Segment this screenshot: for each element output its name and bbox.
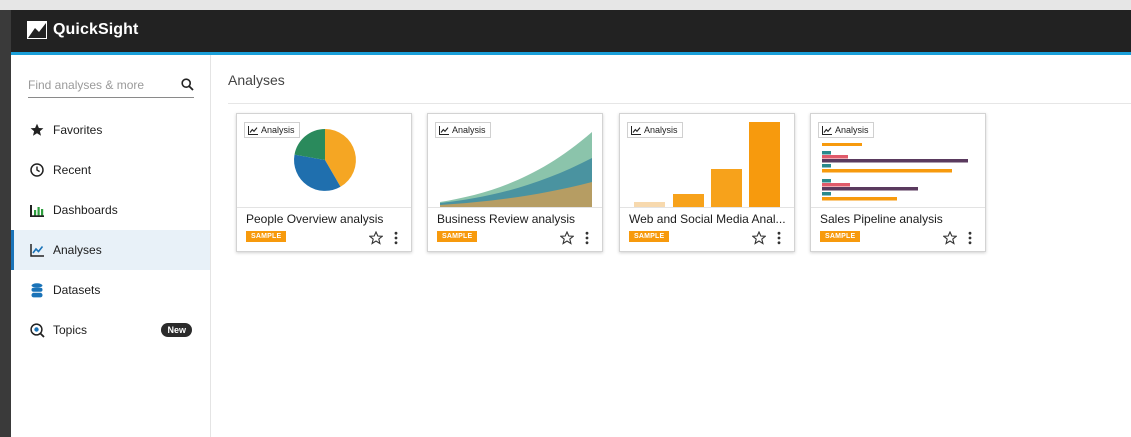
sidebar-item-label: Favorites xyxy=(53,123,103,137)
chip-label: Analysis xyxy=(261,125,295,135)
more-options-icon[interactable] xyxy=(774,231,784,245)
app-logo[interactable]: QuickSight xyxy=(27,21,138,39)
chip-label: Analysis xyxy=(644,125,678,135)
analysis-card-web-social-media[interactable]: Analysis Web and Social Media Anal... SA… xyxy=(619,113,795,252)
chip-label: Analysis xyxy=(452,125,486,135)
analysis-card-business-review[interactable]: Analysis Business Review analysis SAMPLE xyxy=(427,113,603,252)
sidebar: Favorites Recent Dashboards Analyses xyxy=(11,55,211,437)
card-title[interactable]: People Overview analysis xyxy=(246,212,404,226)
favorite-star-icon[interactable] xyxy=(752,231,766,245)
favorite-star-icon[interactable] xyxy=(560,231,574,245)
dashboard-icon xyxy=(29,202,45,218)
sidebar-item-favorites[interactable]: Favorites xyxy=(11,110,210,150)
sidebar-item-label: Analyses xyxy=(53,243,102,257)
analysis-chip: Analysis xyxy=(435,122,491,138)
main-content: Analyses Analysis People Overview analys… xyxy=(211,55,1131,437)
search-box xyxy=(28,75,194,98)
sidebar-item-datasets[interactable]: Datasets xyxy=(11,270,210,310)
analysis-icon xyxy=(439,125,449,135)
new-badge: New xyxy=(161,323,192,337)
star-icon xyxy=(29,122,45,138)
analysis-chip: Analysis xyxy=(818,122,874,138)
analysis-icon xyxy=(822,125,832,135)
sidebar-item-dashboards[interactable]: Dashboards xyxy=(11,190,210,230)
more-options-icon[interactable] xyxy=(391,231,401,245)
sidebar-item-label: Recent xyxy=(53,163,92,177)
analysis-chip: Analysis xyxy=(627,122,683,138)
card-title[interactable]: Web and Social Media Anal... xyxy=(629,212,787,226)
card-thumbnail[interactable]: Analysis xyxy=(620,114,794,208)
card-title[interactable]: Sales Pipeline analysis xyxy=(820,212,978,226)
card-thumbnail[interactable]: Analysis xyxy=(237,114,411,208)
app-name: QuickSight xyxy=(53,21,139,38)
quicksight-logo-icon xyxy=(27,21,47,39)
more-options-icon[interactable] xyxy=(582,231,592,245)
analysis-card-people-overview[interactable]: Analysis People Overview analysis SAMPLE xyxy=(236,113,412,252)
sample-badge: SAMPLE xyxy=(820,231,861,242)
chip-label: Analysis xyxy=(835,125,869,135)
card-thumbnail[interactable]: Analysis xyxy=(811,114,985,208)
sidebar-item-recent[interactable]: Recent xyxy=(11,150,210,190)
browser-top-strip xyxy=(0,0,1131,10)
search-icon[interactable] xyxy=(181,78,194,91)
favorite-star-icon[interactable] xyxy=(943,231,957,245)
favorite-star-icon[interactable] xyxy=(369,231,383,245)
more-options-icon[interactable] xyxy=(965,231,975,245)
sample-badge: SAMPLE xyxy=(629,231,670,242)
clock-icon xyxy=(29,162,45,178)
app-window: QuickSight Favorites Recent xyxy=(11,10,1131,437)
sidebar-item-label: Datasets xyxy=(53,283,101,297)
sidebar-item-topics[interactable]: Topics New xyxy=(11,310,210,350)
search-input[interactable] xyxy=(28,75,168,95)
sidebar-item-label: Dashboards xyxy=(53,203,118,217)
database-icon xyxy=(29,282,45,298)
topics-icon xyxy=(29,322,45,338)
section-divider xyxy=(228,103,1131,104)
analysis-chip: Analysis xyxy=(244,122,300,138)
analysis-icon xyxy=(248,125,258,135)
sidebar-item-analyses[interactable]: Analyses xyxy=(11,230,210,270)
page-title: Analyses xyxy=(228,72,285,88)
card-title[interactable]: Business Review analysis xyxy=(437,212,595,226)
sample-badge: SAMPLE xyxy=(437,231,478,242)
analysis-card-sales-pipeline[interactable]: Analysis Sales Pipeline analysis SAMPLE xyxy=(810,113,986,252)
card-thumbnail[interactable]: Analysis xyxy=(428,114,602,208)
sidebar-nav: Favorites Recent Dashboards Analyses Dat… xyxy=(11,110,210,350)
analysis-icon xyxy=(29,242,45,258)
sidebar-item-label: Topics xyxy=(53,323,88,337)
sample-badge: SAMPLE xyxy=(246,231,287,242)
top-header: QuickSight xyxy=(11,10,1131,55)
analysis-icon xyxy=(631,125,641,135)
